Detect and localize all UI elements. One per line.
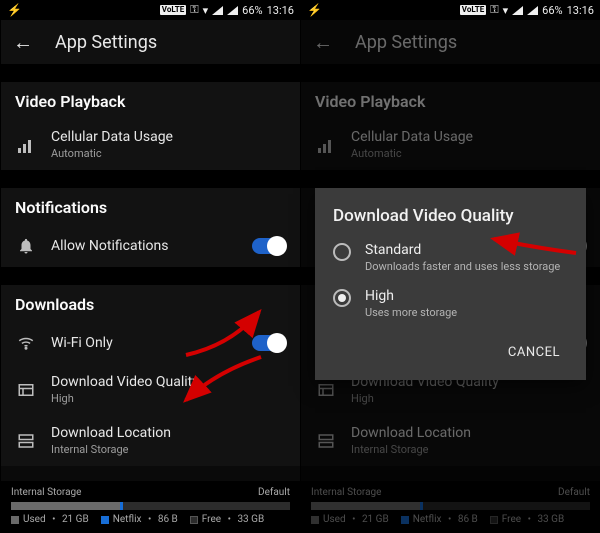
row-label: Download Location [351, 425, 586, 441]
storage-title: Internal Storage [11, 487, 81, 498]
signal-bars-icon [315, 134, 337, 156]
quality-icon [315, 379, 337, 401]
storage-footer: Internal Storage Default Used • 21 GB Ne… [301, 481, 600, 533]
option-high[interactable]: High Uses more storage [333, 288, 568, 320]
row-value: Internal Storage [51, 443, 286, 456]
battery-pct: 66% [542, 4, 562, 17]
phone-right: ⚡ VoLTE ⚿ ▾ 66% 13:16 ← App Settings Vid… [300, 0, 600, 533]
storage-footer: Internal Storage Default Used • 21 GB Ne… [1, 481, 300, 533]
section-video-playback: Video Playback [301, 82, 600, 119]
page-title: App Settings [55, 32, 157, 53]
section-downloads: Downloads [1, 285, 300, 322]
back-icon[interactable]: ← [13, 32, 33, 52]
option-label: Standard [365, 242, 560, 258]
row-label: Download Video Quality [51, 374, 286, 390]
option-label: High [365, 288, 457, 304]
signal-icon-2 [227, 6, 238, 15]
cancel-button[interactable]: CANCEL [500, 339, 568, 366]
wifi-icon [15, 332, 37, 354]
toggle-allow-notifications[interactable] [252, 238, 286, 254]
storage-seg-free [423, 502, 590, 510]
statusbar: ⚡ VoLTE ⚿ ▾ 66% 13:16 [301, 0, 600, 20]
app-header: ← App Settings [301, 20, 600, 64]
storage-default: Default [558, 487, 590, 498]
section-video-playback: Video Playback [1, 82, 300, 119]
volte-badge: VoLTE [160, 5, 186, 15]
statusbar: ⚡ VoLTE ⚿ ▾ 66% 13:16 [1, 0, 300, 20]
option-sub: Downloads faster and uses less storage [365, 260, 560, 274]
storage-icon [15, 430, 37, 452]
wifi-icon: ▾ [203, 4, 209, 17]
radio-icon[interactable] [333, 289, 351, 307]
row-label: Wi-Fi Only [51, 335, 238, 351]
dialog-download-quality: Download Video Quality Standard Download… [315, 188, 586, 380]
storage-seg-used [11, 502, 120, 510]
row-cellular-data[interactable]: Cellular Data Usage Automatic [1, 119, 300, 170]
row-label: Cellular Data Usage [351, 129, 586, 145]
storage-legend: Used • 21 GB Netflix • 86 B Free • 33 GB [311, 514, 590, 525]
battery-pct: 66% [242, 4, 262, 17]
storage-seg-used [311, 502, 420, 510]
storage-icon [315, 430, 337, 452]
row-cellular-data[interactable]: Cellular Data Usage Automatic [301, 119, 600, 170]
key-icon: ⚿ [490, 3, 498, 17]
radio-icon[interactable] [333, 243, 351, 261]
phone-left: ⚡ VoLTE ⚿ ▾ 66% 13:16 ← App Settings Vid… [0, 0, 300, 533]
storage-default: Default [258, 487, 290, 498]
toggle-wifi-only[interactable] [252, 335, 286, 351]
row-allow-notifications[interactable]: Allow Notifications [1, 225, 300, 267]
row-label: Cellular Data Usage [51, 129, 286, 145]
key-icon: ⚿ [190, 3, 198, 17]
row-label: Allow Notifications [51, 238, 238, 254]
row-download-location[interactable]: Download Location Internal Storage [301, 415, 600, 466]
row-value: Internal Storage [351, 443, 586, 456]
bell-icon [15, 235, 37, 257]
back-icon[interactable]: ← [313, 32, 333, 52]
storage-seg-free [123, 502, 290, 510]
row-value: High [51, 392, 286, 405]
clock: 13:16 [267, 4, 294, 17]
row-download-quality[interactable]: Download Video Quality High [1, 364, 300, 415]
quality-icon [15, 379, 37, 401]
volte-badge: VoLTE [460, 5, 486, 15]
row-value: Automatic [51, 147, 286, 160]
app-header: ← App Settings [1, 20, 300, 64]
signal-bars-icon [15, 134, 37, 156]
row-label: Download Location [51, 425, 286, 441]
page-title: App Settings [355, 32, 457, 53]
clock: 13:16 [567, 4, 594, 17]
row-value: Automatic [351, 147, 586, 160]
signal-icon [512, 6, 523, 15]
signal-icon-2 [527, 6, 538, 15]
charging-icon: ⚡ [7, 3, 22, 17]
storage-bar [311, 502, 590, 510]
wifi-icon: ▾ [503, 4, 509, 17]
charging-icon: ⚡ [307, 3, 322, 17]
option-standard[interactable]: Standard Downloads faster and uses less … [333, 242, 568, 274]
signal-icon [212, 6, 223, 15]
storage-title: Internal Storage [311, 487, 381, 498]
row-download-location[interactable]: Download Location Internal Storage [1, 415, 300, 466]
dialog-title: Download Video Quality [333, 206, 568, 226]
storage-legend: Used • 21 GB Netflix • 86 B Free • 33 GB [11, 514, 290, 525]
storage-bar [11, 502, 290, 510]
row-wifi-only[interactable]: Wi-Fi Only [1, 322, 300, 364]
row-value: High [351, 392, 586, 405]
section-notifications: Notifications [1, 188, 300, 225]
option-sub: Uses more storage [365, 306, 457, 320]
